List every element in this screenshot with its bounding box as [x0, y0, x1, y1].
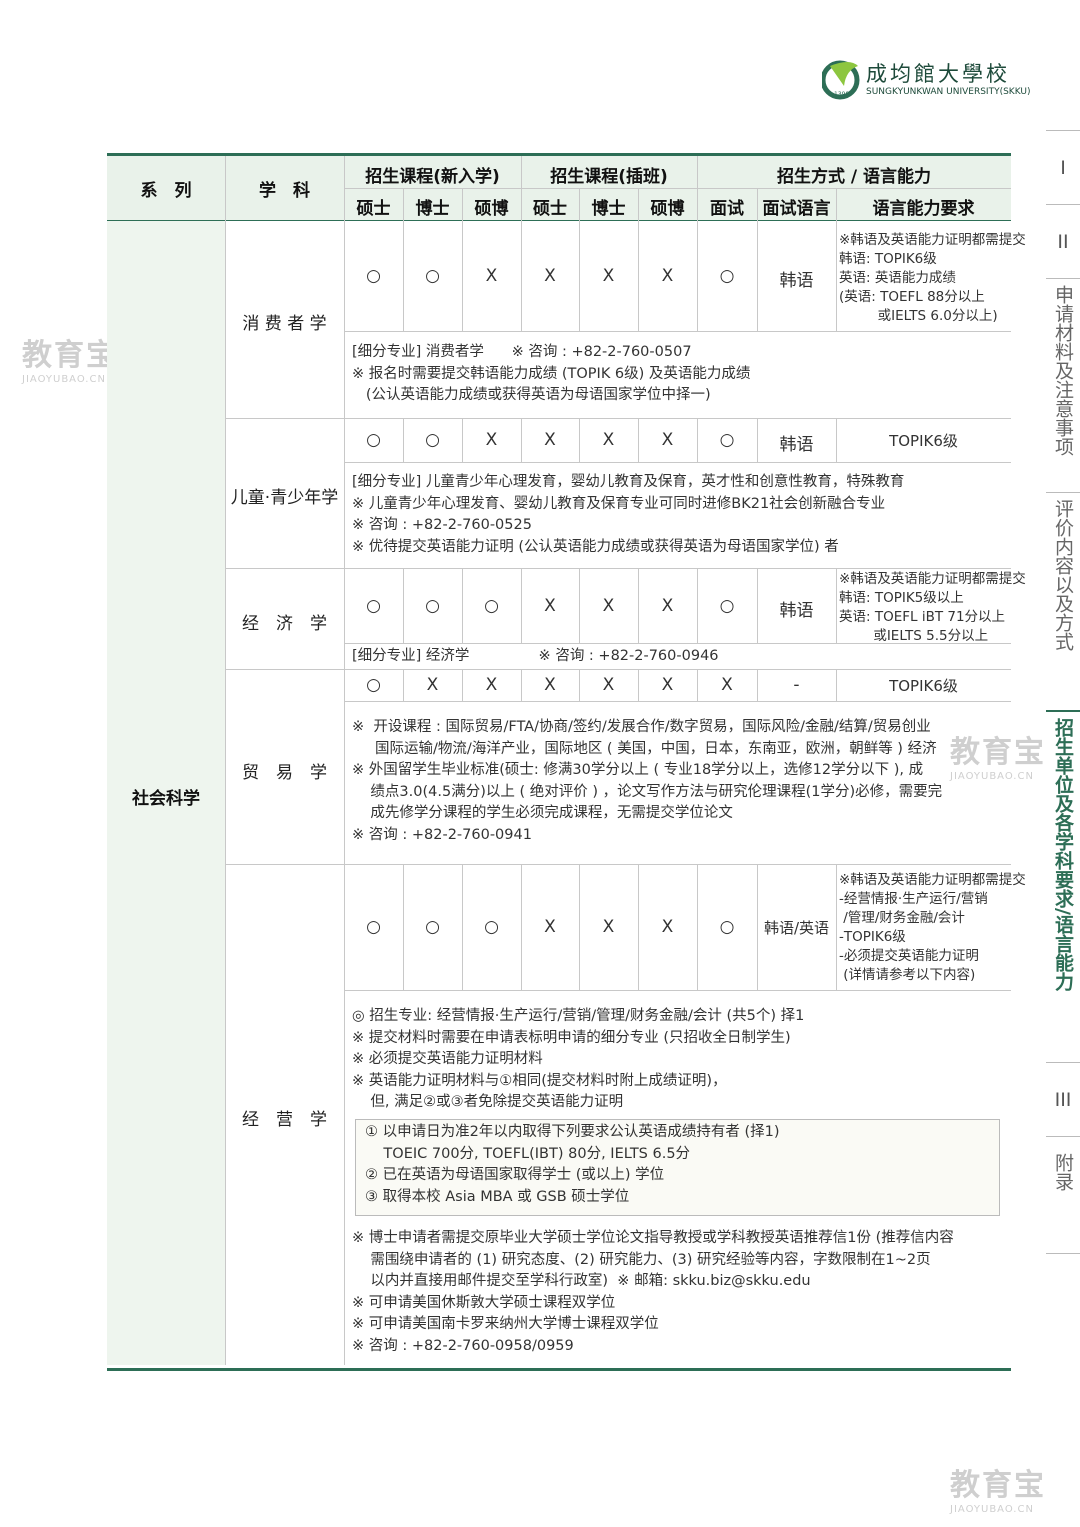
header-subject: 学 科 [259, 181, 310, 201]
mark-transfer-master: X [544, 675, 556, 695]
mark-interview: ○ [719, 917, 735, 937]
mark-combined: ○ [484, 917, 499, 937]
mark-combined: X [485, 266, 498, 286]
mark-transfer-doctor: X [602, 596, 615, 616]
admission-table: 系 列 学 科 招生课程(新入学) 招生课程(插班) 招生方式 / 语言能力 硕… [107, 153, 1026, 1371]
language-requirement: ※韩语及英语能力证明都需提交 韩语: TOPIK6级 英语: 英语能力成绩 (英… [839, 232, 1026, 324]
mark-transfer-master: X [544, 266, 556, 286]
mark-combined: X [485, 675, 498, 695]
interview-language: 韩语 [779, 271, 814, 291]
mark-combined: X [485, 430, 498, 450]
major-notes: ◎ 招生专业: 经营情报·生产运行/营销/管理/财务金融/会计 (共5个) 择1… [352, 1008, 805, 1110]
university-emblem-icon: 1398 [820, 60, 860, 100]
major-consumer-studies: 消 费 者 学 [242, 314, 327, 334]
logo-chinese-name: 成均館大學校 [866, 62, 1010, 86]
mark-doctor: ○ [425, 430, 440, 450]
mark-transfer-master: X [544, 596, 556, 616]
svg-text:1398: 1398 [834, 91, 849, 98]
mark-transfer-combined: X [661, 596, 674, 616]
sidebar-tab-appendix[interactable]: 附录 [1046, 1136, 1080, 1254]
university-logo: 1398 成均館大學校 SUNGKYUNKWAN UNIVERSITY(SKKU… [820, 56, 1032, 106]
header-series: 系 列 [140, 181, 192, 201]
sidebar-tab-materials[interactable]: 申请材料及注意事项 [1046, 278, 1080, 493]
interview-language: - [793, 675, 800, 695]
language-requirement: TOPIK6级 [889, 677, 958, 695]
major-notes-continued: ※ 博士申请者需提交原毕业大学硕士学位论文指导教授或学科教授英语推荐信1份 (推… [352, 1230, 954, 1354]
language-requirement: TOPIK6级 [889, 432, 958, 450]
header-language-requirement: 语言能力要求 [872, 199, 975, 219]
mark-master: ○ [366, 596, 381, 616]
sidebar-tab-3[interactable]: III [1046, 1062, 1080, 1137]
watermark: 教育宝 JIAOYUBAO.CN [22, 338, 118, 385]
header-combined-transfer: 硕博 [650, 199, 685, 219]
sidebar-tab-requirements[interactable]: 招生单位及各学科要求/语言能力 [1046, 710, 1080, 1064]
mark-transfer-doctor: X [602, 266, 615, 286]
header-new-admission: 招生课程(新入学) [365, 167, 500, 187]
mark-transfer-combined: X [661, 917, 674, 937]
mark-interview: X [721, 675, 733, 695]
mark-transfer-master: X [544, 430, 556, 450]
mark-combined: ○ [484, 596, 499, 616]
interview-language: 韩语/英语 [763, 919, 830, 937]
header-doctor: 博士 [415, 199, 450, 219]
mark-master: ○ [366, 430, 381, 450]
mark-interview: ○ [719, 430, 735, 450]
major-business: 经 营 学 [242, 1110, 327, 1130]
header-transfer: 招生课程(插班) [550, 167, 668, 187]
header-master-transfer: 硕士 [533, 199, 567, 219]
major-notes: [细分专业] 消费者学 ※ 咨询 : +82-2-760-0507 ※ 报名时需… [352, 344, 751, 403]
header-doctor-transfer: 博士 [591, 199, 626, 219]
header-combined: 硕博 [474, 199, 509, 219]
watermark: 教育宝 JIAOYUBAO.CN [950, 1468, 1046, 1515]
mark-transfer-combined: X [661, 675, 674, 695]
header-master: 硕士 [356, 199, 391, 219]
mark-doctor: X [426, 675, 439, 695]
header-method: 招生方式 / 语言能力 [776, 167, 932, 187]
mark-master: ○ [366, 675, 381, 695]
category-social-science: 社会科学 [132, 789, 200, 809]
mark-transfer-doctor: X [602, 917, 615, 937]
major-child-youth-studies: 儿童·青少年学 [230, 488, 339, 508]
logo-english-name: SUNGKYUNKWAN UNIVERSITY(SKKU) [866, 87, 1031, 97]
interview-language: 韩语 [779, 435, 814, 455]
sidebar-tab-2[interactable]: II [1046, 204, 1080, 279]
major-economics: 经 济 学 [242, 614, 327, 634]
english-criteria-text: ① 以申请日为准2年以内取得下列要求公认英语成绩持有者 (择1) TOEIC 7… [365, 1124, 780, 1205]
major-notes: [细分专业] 儿童青少年心理发育，婴幼儿教育及保育，英才性和创意性教育，特殊教育… [352, 474, 905, 555]
mark-transfer-doctor: X [602, 430, 615, 450]
sidebar-tab-evaluation[interactable]: 评价内容以及方式 [1046, 492, 1080, 711]
header-interview: 面试 [710, 199, 744, 219]
mark-doctor: ○ [425, 596, 440, 616]
language-requirement: ※韩语及英语能力证明都需提交 -经营情报·生产运行/营销 /管理/财务金融/会计… [839, 872, 1026, 983]
interview-language: 韩语 [779, 601, 814, 621]
mark-interview: ○ [719, 596, 735, 616]
major-notes: ※ 开设课程 : 国际贸易/FTA/协商/签约/发展合作/数字贸易，国际风险/金… [352, 719, 943, 843]
sidebar-tab-1[interactable]: I [1046, 130, 1080, 205]
mark-transfer-master: X [544, 917, 556, 937]
major-notes: [细分专业] 经济学 ※ 咨询 : +82-2-760-0946 [352, 648, 719, 664]
mark-transfer-combined: X [661, 430, 674, 450]
major-trade: 贸 易 学 [242, 763, 327, 783]
mark-master: ○ [366, 917, 381, 937]
mark-interview: ○ [719, 266, 735, 286]
mark-transfer-combined: X [661, 266, 674, 286]
mark-doctor: ○ [425, 266, 440, 286]
mark-transfer-doctor: X [602, 675, 615, 695]
language-requirement: ※韩语及英语能力证明都需提交 韩语: TOPIK5级以上 英语: TOEFL i… [839, 571, 1026, 644]
mark-master: ○ [366, 266, 381, 286]
mark-doctor: ○ [425, 917, 440, 937]
header-interview-language: 面试语言 [762, 199, 831, 219]
